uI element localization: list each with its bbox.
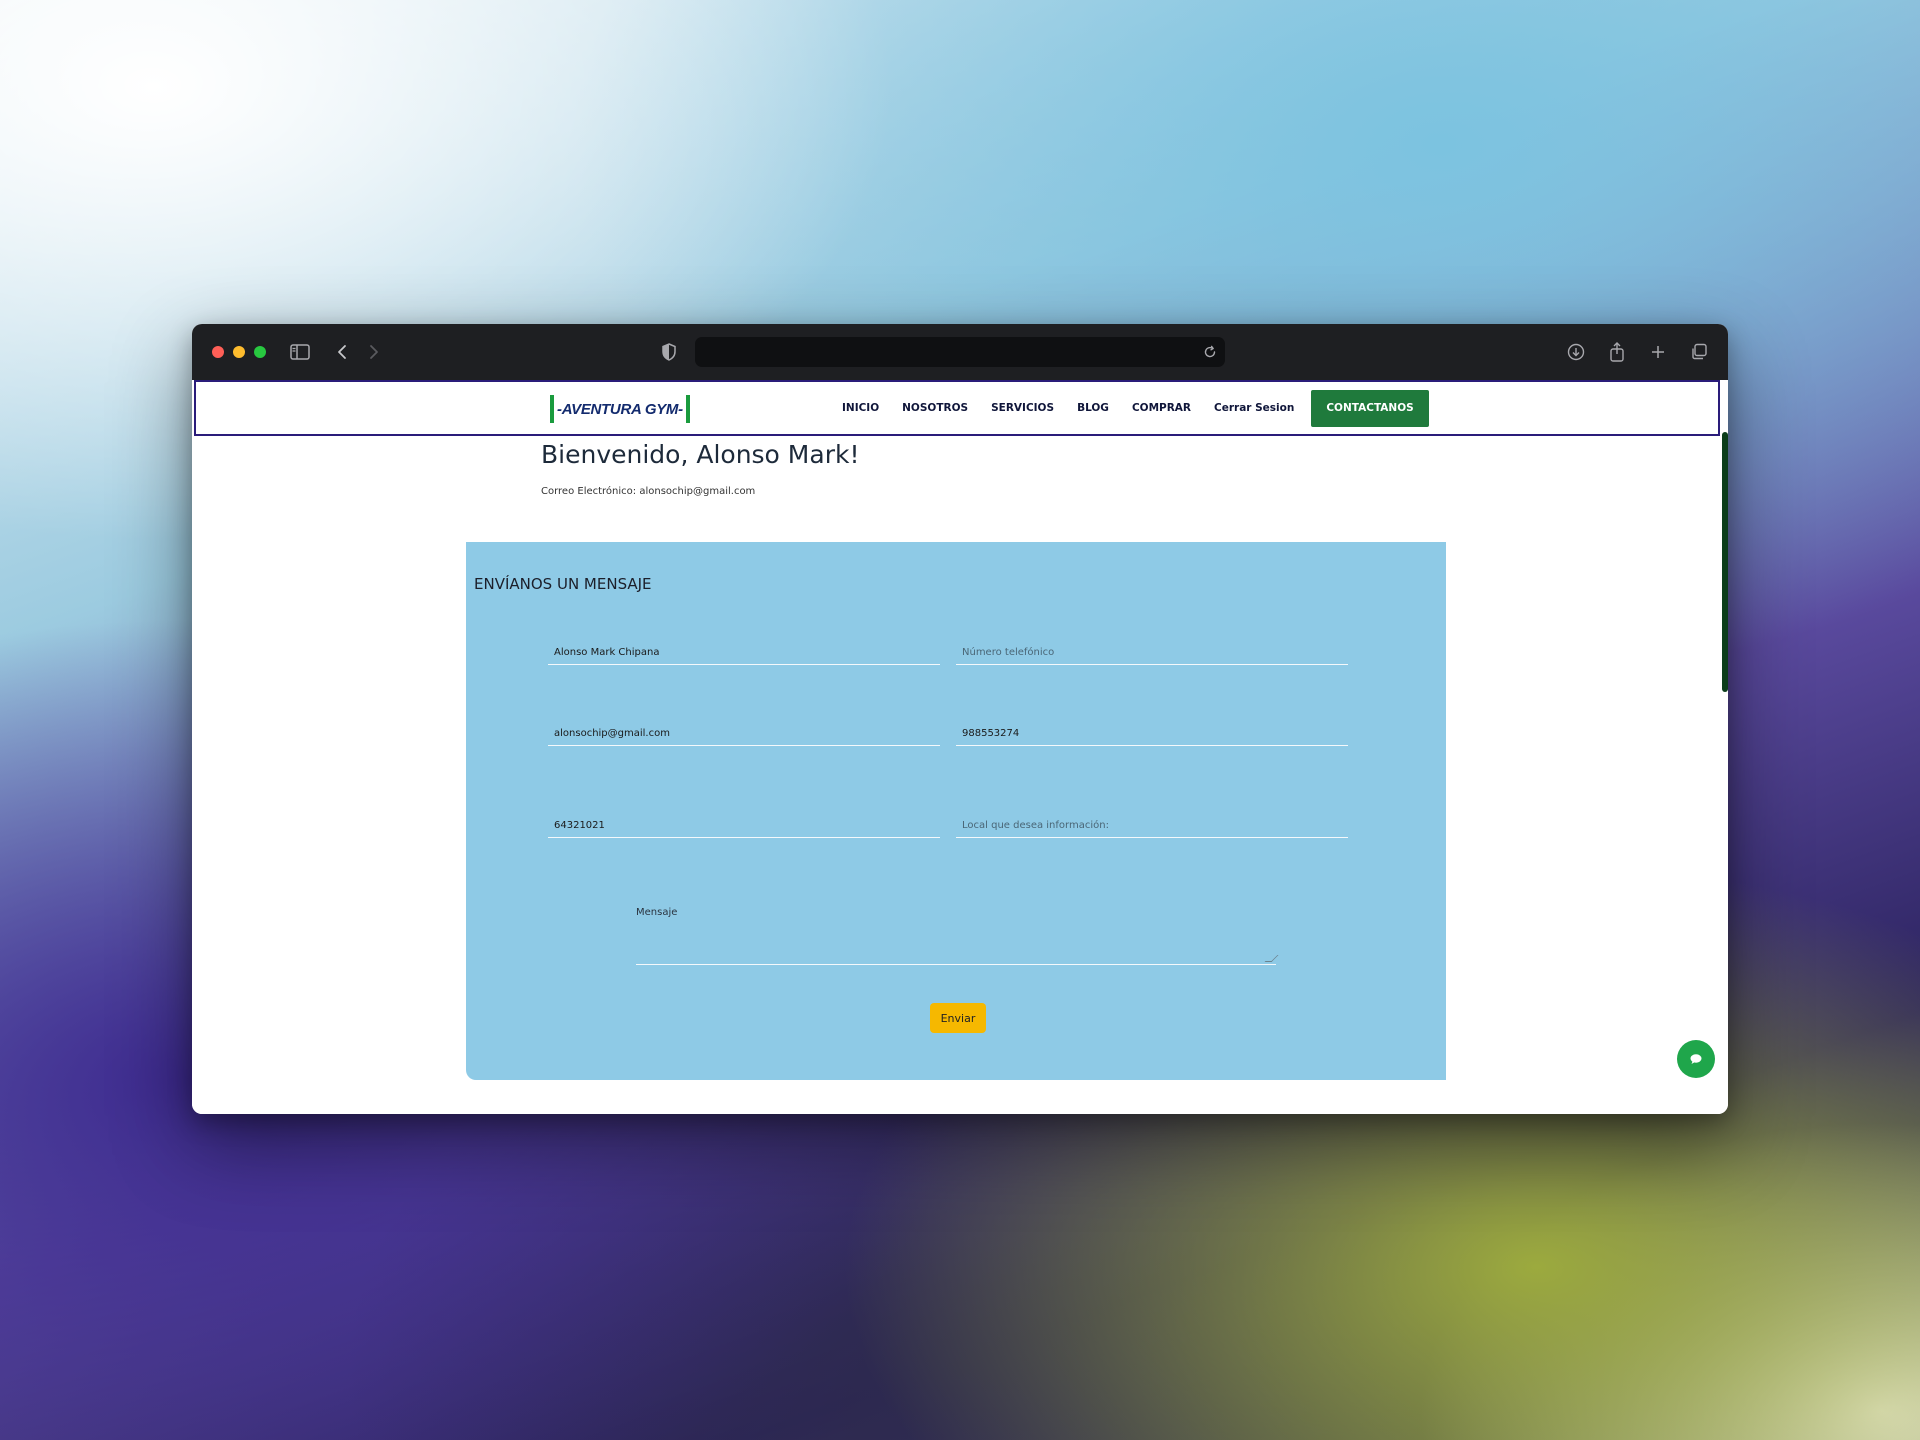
nav-item-comprar[interactable]: COMPRAR <box>1132 402 1191 414</box>
name-field-wrapper <box>548 641 940 665</box>
nav-item-servicios[interactable]: SERVICIOS <box>991 402 1054 414</box>
local-select-input[interactable] <box>962 816 1337 834</box>
address-bar[interactable] <box>695 337 1225 367</box>
browser-toolbar <box>192 324 1728 380</box>
close-window-button[interactable] <box>212 346 224 358</box>
dumbbell-right-icon <box>685 395 690 423</box>
welcome-heading: Bienvenido, Alonso Mark! <box>541 440 860 469</box>
contactanos-button[interactable]: CONTACTANOS <box>1311 389 1429 427</box>
download-icon[interactable] <box>1564 340 1588 364</box>
name-input[interactable] <box>554 643 929 661</box>
dumbbell-left-icon <box>550 395 554 423</box>
send-button[interactable]: Enviar <box>930 1003 986 1033</box>
page-scrollbar[interactable] <box>1722 432 1728 692</box>
phone-number-input[interactable] <box>962 724 1337 742</box>
minimize-window-button[interactable] <box>233 346 245 358</box>
shield-icon[interactable] <box>657 340 681 364</box>
tabs-overview-icon[interactable] <box>1687 340 1711 364</box>
contact-form: ENVÍANOS UN MENSAJE Alonso Mark Chipana … <box>466 542 1446 1080</box>
nav-item-cerrar-sesion[interactable]: Cerrar Sesion <box>1214 402 1294 414</box>
nav-item-inicio[interactable]: INICIO <box>842 402 879 414</box>
forward-icon[interactable] <box>362 340 386 364</box>
message-field-wrapper <box>636 907 1279 965</box>
dni-input[interactable] <box>554 816 929 834</box>
site-logo[interactable]: -AVENTURA GYM- <box>549 395 691 423</box>
chat-bubble-icon <box>1690 1054 1702 1064</box>
share-icon[interactable] <box>1605 340 1629 364</box>
chat-button[interactable] <box>1677 1040 1715 1078</box>
zoom-window-button[interactable] <box>254 346 266 358</box>
user-email-line: Correo Electrónico: alonsochip@gmail.com <box>541 486 756 497</box>
web-page: -AVENTURA GYM- INICIO NOSOTROS SERVICIOS… <box>192 380 1728 1114</box>
phone-field-wrapper <box>956 641 1348 665</box>
dni-field-wrapper <box>548 814 940 838</box>
form-title: ENVÍANOS UN MENSAJE <box>474 575 652 593</box>
site-navbar: -AVENTURA GYM- INICIO NOSOTROS SERVICIOS… <box>194 380 1720 436</box>
browser-window: -AVENTURA GYM- INICIO NOSOTROS SERVICIOS… <box>192 324 1728 1114</box>
sidebar-icon[interactable] <box>288 340 312 364</box>
nav-item-nosotros[interactable]: NOSOTROS <box>902 402 968 414</box>
nav-links: INICIO NOSOTROS SERVICIOS BLOG COMPRAR C… <box>842 382 1429 434</box>
nav-item-blog[interactable]: BLOG <box>1077 402 1109 414</box>
local-field-wrapper <box>956 814 1348 838</box>
phone2-field-wrapper <box>956 722 1348 746</box>
email-input[interactable] <box>554 724 929 742</box>
phone-input[interactable] <box>962 643 1337 661</box>
back-icon[interactable] <box>330 340 354 364</box>
new-tab-icon[interactable] <box>1646 340 1670 364</box>
logo-text: -AVENTURA GYM- <box>557 400 683 418</box>
email-field-wrapper <box>548 722 940 746</box>
message-textarea[interactable] <box>636 907 1272 961</box>
reload-icon[interactable] <box>1198 340 1222 364</box>
